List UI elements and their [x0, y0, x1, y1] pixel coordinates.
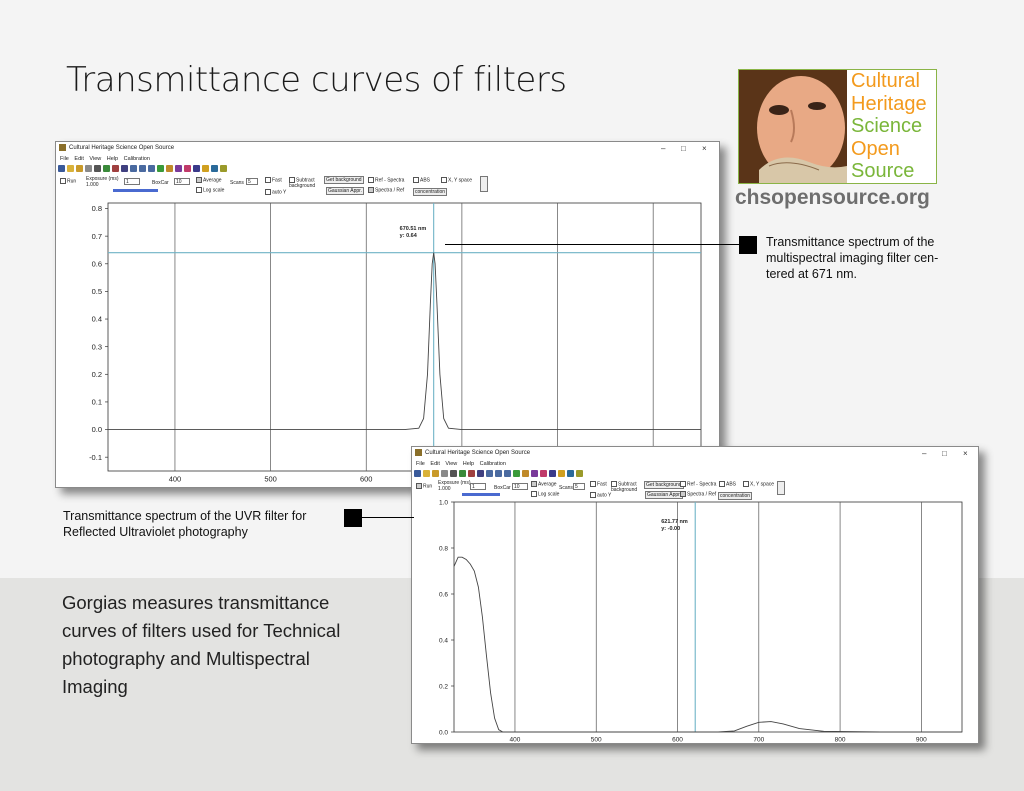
x-tick-label: 900 — [916, 737, 927, 744]
y-tick-label: 0.0 — [92, 425, 102, 434]
logo-line-1: Cultural — [851, 70, 920, 92]
logo-line-5: Source — [851, 160, 915, 182]
y-tick-label: 0.3 — [92, 342, 102, 351]
page-title: Transmittance curves of filters — [66, 60, 567, 100]
y-tick-label: 0.4 — [439, 637, 448, 644]
connector-line-bottom — [362, 517, 414, 519]
y-tick-label: 0.7 — [92, 232, 102, 241]
description-line-2: curves of filters used for Technical — [62, 620, 341, 641]
logo-wordmark: Cultural Heritage Science Open Source — [851, 70, 936, 183]
y-tick-label: 0.1 — [92, 398, 102, 407]
y-tick-label: 0.2 — [92, 370, 102, 379]
cursor-label-y: y: 0.64 — [400, 233, 418, 239]
x-tick-label: 600 — [360, 475, 373, 484]
annotation-top-line-2: multispectral imaging filter cen- — [766, 251, 939, 265]
plot-area — [453, 501, 963, 733]
annotation-bottom-line-2: Reflected Ultraviolet photography — [63, 525, 248, 539]
x-tick-label: 500 — [591, 737, 602, 744]
marker-top — [739, 236, 757, 254]
app-window-1[interactable]: Cultural Heritage Science Open Source – … — [55, 141, 720, 488]
website-url[interactable]: chsopensource.org — [735, 186, 930, 210]
spectrum-plot-1[interactable]: 400 500 600 -0.1 0.0 0.1 0.2 0.3 0.4 0.5 0.6 0.7 0.8… — [56, 142, 719, 487]
logo-line-4: Open — [851, 137, 900, 160]
y-tick-label: -0.1 — [89, 453, 102, 462]
y-tick-label: 0.6 — [92, 259, 102, 268]
x-tick-label: 500 — [264, 475, 277, 484]
x-tick-label: 800 — [835, 737, 846, 744]
x-tick-label: 600 — [672, 737, 683, 744]
description-line-3: photography and Multispectral — [62, 648, 310, 669]
logo-line-3: Science — [851, 115, 923, 137]
description-line-1: Gorgias measures transmittance — [62, 592, 330, 613]
y-tick-label: 0.2 — [439, 683, 448, 690]
logo-portrait-image — [739, 70, 847, 183]
description-text: Gorgias measures transmittance curves of… — [62, 589, 392, 701]
logo: Cultural Heritage Science Open Source — [738, 69, 937, 184]
marker-bottom — [344, 509, 362, 527]
y-tick-label: 0.0 — [439, 729, 448, 736]
x-tick-label: 700 — [753, 737, 764, 744]
annotation-bottom-line-1: Transmittance spectrum of the UVR filter… — [63, 509, 307, 523]
annotation-top-line-3: tered at 671 nm. — [766, 267, 858, 281]
cursor-label-y: y: -0.00 — [661, 526, 680, 532]
y-tick-label: 0.4 — [92, 315, 102, 324]
annotation-top: Transmittance spectrum of the multispect… — [766, 234, 976, 282]
description-line-4: Imaging — [62, 676, 128, 697]
connector-line-top — [445, 244, 740, 246]
y-tick-label: 1.0 — [439, 499, 448, 506]
x-tick-label: 400 — [169, 475, 182, 484]
y-tick-label: 0.6 — [439, 591, 448, 598]
spectrum-plot-2[interactable]: 400 500 600 700 800 900 0.0 0.2 0.4 0.6 0.8 1.0 621.… — [412, 447, 978, 743]
annotation-top-line-1: Transmittance spectrum of the — [766, 235, 935, 249]
logo-line-2: Heritage — [851, 92, 927, 115]
y-tick-label: 0.8 — [439, 545, 448, 552]
app-window-2[interactable]: Cultural Heritage Science Open Source – … — [411, 446, 979, 744]
y-tick-label: 0.8 — [92, 204, 102, 213]
annotation-bottom: Transmittance spectrum of the UVR filter… — [63, 508, 353, 540]
x-tick-label: 400 — [510, 737, 521, 744]
y-tick-label: 0.5 — [92, 287, 102, 296]
cursor-label-x: 621.77 nm — [661, 519, 688, 525]
cursor-label-x: 670.51 nm — [400, 226, 427, 232]
